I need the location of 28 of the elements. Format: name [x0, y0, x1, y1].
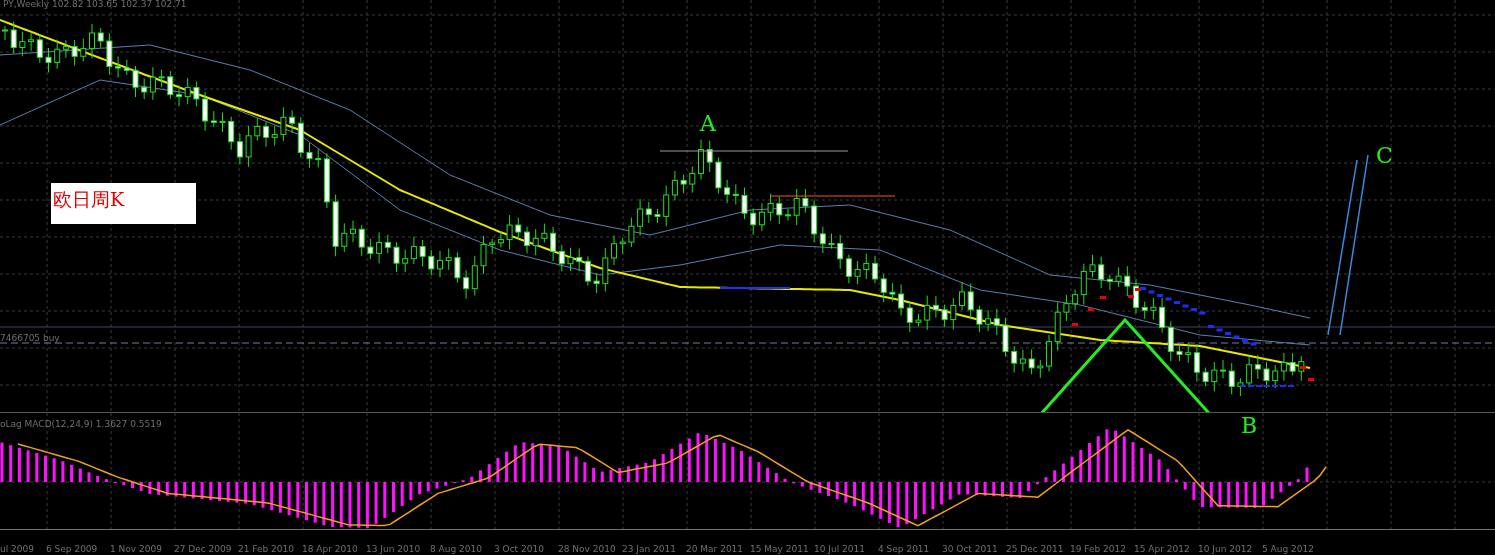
date-label: 3 Oct 2010	[494, 544, 545, 555]
indicator-label: oLag MACD(12,24,9) 1.3627 0.5519	[0, 419, 162, 429]
date-label: 30 Oct 2011	[942, 544, 999, 555]
date-label: 28 Nov 2010	[558, 544, 617, 555]
date-label: 13 Jun 2010	[366, 544, 422, 555]
date-label: 23 Jan 2011	[622, 544, 677, 555]
annotation-label: A	[700, 113, 716, 135]
date-label: 10 Jun 2012	[1198, 544, 1254, 555]
date-label: 20 Mar 2011	[686, 544, 745, 555]
date-label: ul 2009	[0, 544, 35, 555]
date-label: 27 Dec 2009	[174, 544, 233, 555]
annotation-label: C	[1376, 145, 1393, 167]
date-label: 4 Sep 2011	[878, 544, 931, 555]
date-label: 15 Apr 2012	[1134, 544, 1191, 555]
annotation-label: B	[1241, 415, 1258, 437]
date-label: 25 Dec 2011	[1006, 544, 1065, 555]
chart-title: PY,Weekly 102.82 103.65 102.37 102.71	[3, 0, 187, 9]
date-label: 18 Apr 2010	[302, 544, 359, 555]
date-label: 10 Jul 2011	[814, 544, 866, 555]
date-label: 8 Aug 2010	[430, 544, 483, 555]
chart-note: 欧日周K	[51, 183, 196, 224]
date-label: 1 Nov 2009	[110, 544, 163, 555]
date-label: 19 Feb 2012	[1070, 544, 1127, 555]
date-label: 15 May 2011	[750, 544, 810, 555]
date-label: 5 Aug 2012	[1262, 544, 1315, 555]
price-line-label: 7466705 buy	[0, 333, 60, 343]
date-label: 21 Feb 2010	[238, 544, 295, 555]
date-label: 6 Sep 2009	[46, 544, 99, 555]
